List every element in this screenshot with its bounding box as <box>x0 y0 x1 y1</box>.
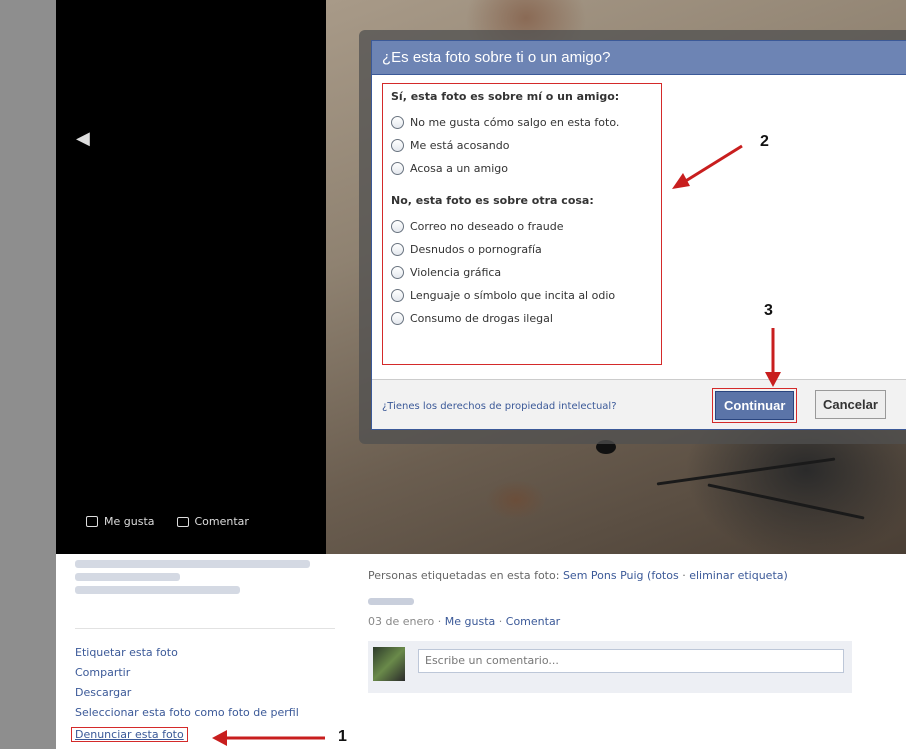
tag-photo-link[interactable]: Etiquetar esta foto <box>75 643 299 663</box>
radio-button[interactable] <box>391 220 404 233</box>
continue-button[interactable]: Continuar <box>715 391 795 420</box>
share-link[interactable]: Compartir <box>75 663 299 683</box>
tagged-person-link[interactable]: Sem Pons Puig <box>563 569 644 582</box>
tagged-prefix: Personas etiquetadas en esta foto: <box>368 569 560 582</box>
set-profile-photo-link[interactable]: Seleccionar esta foto como foto de perfi… <box>75 703 299 723</box>
photo-actions-list: Etiquetar esta foto Compartir Descargar … <box>75 643 299 723</box>
speech-bubble-icon <box>176 516 189 527</box>
cancel-button[interactable]: Cancelar <box>815 390 886 419</box>
annotation-arrow-1 <box>212 730 325 746</box>
radio-button[interactable] <box>391 116 404 129</box>
annotation-number-1: 1 <box>338 728 347 745</box>
report-option[interactable]: Desnudos o pornografía <box>391 238 653 261</box>
tagged-fotos-link[interactable]: (fotos <box>647 569 679 582</box>
tagged-people: Personas etiquetadas en esta foto: Sem P… <box>368 569 848 582</box>
option-label: Acosa a un amigo <box>410 162 508 175</box>
annotation-number-3: 3 <box>764 302 773 319</box>
report-option[interactable]: No me gusta cómo salgo en esta foto. <box>391 111 653 134</box>
photo-caption-blurred <box>75 560 335 599</box>
thumbs-up-icon <box>86 516 98 527</box>
photo-date: 03 de enero <box>368 615 435 628</box>
option-label: Me está acosando <box>410 139 510 152</box>
report-photo-link[interactable]: Denunciar esta foto <box>71 727 188 742</box>
intellectual-property-link[interactable]: ¿Tienes los derechos de propiedad intele… <box>382 401 617 412</box>
group1-title: Sí, esta foto es sobre mí o un amigo: <box>391 90 620 103</box>
report-option[interactable]: Consumo de drogas ilegal <box>391 307 653 330</box>
comment-link[interactable]: Comentar <box>506 615 560 628</box>
option-label: Desnudos o pornografía <box>410 243 542 256</box>
option-label: No me gusta cómo salgo en esta foto. <box>410 116 620 129</box>
separator: · <box>498 615 503 628</box>
option-label: Lenguaje o símbolo que incita al odio <box>410 289 616 302</box>
annotation-number-2: 2 <box>760 133 769 150</box>
previous-photo-arrow-icon[interactable]: ◀ <box>76 128 90 149</box>
radio-button[interactable] <box>391 289 404 302</box>
radio-button[interactable] <box>391 266 404 279</box>
group2-title: No, esta foto es sobre otra cosa: <box>391 194 594 207</box>
viewer-like-label: Me gusta <box>104 515 155 528</box>
separator: · <box>682 569 686 582</box>
continue-highlight: Continuar <box>712 388 798 423</box>
radio-button[interactable] <box>391 162 404 175</box>
comment-box: Escribe un comentario... <box>368 641 852 693</box>
separator: · <box>437 615 442 628</box>
report-option[interactable]: Violencia gráfica <box>391 261 653 284</box>
dialog-footer: ¿Tienes los derechos de propiedad intele… <box>372 379 906 429</box>
radio-button[interactable] <box>391 139 404 152</box>
divider <box>75 628 335 629</box>
remove-tag-link[interactable]: eliminar etiqueta) <box>689 569 788 582</box>
comment-input[interactable]: Escribe un comentario... <box>418 649 844 673</box>
left-sidebar-strip <box>0 0 56 749</box>
like-link[interactable]: Me gusta <box>445 615 496 628</box>
report-option[interactable]: Me está acosando <box>391 134 653 157</box>
avatar <box>373 647 405 681</box>
report-option[interactable]: Correo no deseado o fraude <box>391 215 653 238</box>
report-option[interactable]: Lenguaje o símbolo que incita al odio <box>391 284 653 307</box>
report-dialog: ¿Es esta foto sobre ti o un amigo? Sí, e… <box>371 40 906 430</box>
blurred-text <box>368 598 414 605</box>
option-label: Violencia gráfica <box>410 266 502 279</box>
viewer-like-button[interactable]: Me gusta <box>86 515 155 528</box>
radio-button[interactable] <box>391 312 404 325</box>
photo-meta: 03 de enero · Me gusta · Comentar <box>368 615 848 628</box>
radio-button[interactable] <box>391 243 404 256</box>
report-options-box: Sí, esta foto es sobre mí o un amigo: No… <box>382 83 662 365</box>
report-option[interactable]: Acosa a un amigo <box>391 157 653 180</box>
photo-details: Personas etiquetadas en esta foto: Sem P… <box>368 569 848 628</box>
download-link[interactable]: Descargar <box>75 683 299 703</box>
dialog-title: ¿Es esta foto sobre ti o un amigo? <box>372 41 906 75</box>
viewer-comment-button[interactable]: Comentar <box>176 515 249 528</box>
option-label: Correo no deseado o fraude <box>410 220 564 233</box>
option-label: Consumo de drogas ilegal <box>410 312 553 325</box>
viewer-comment-label: Comentar <box>194 515 249 528</box>
